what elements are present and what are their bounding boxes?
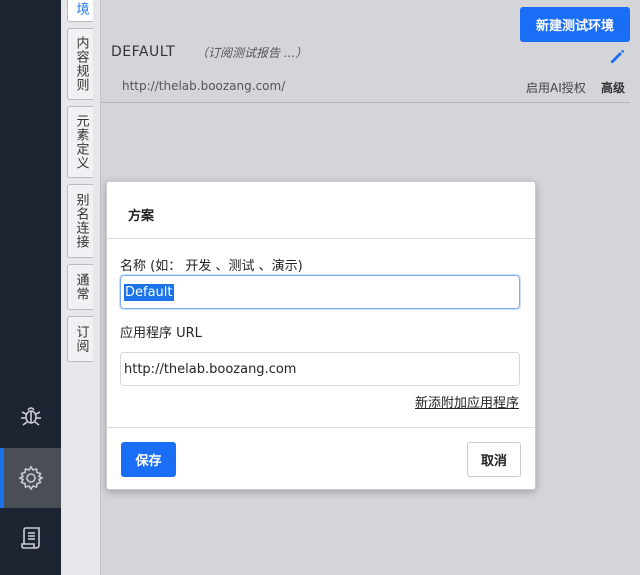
add-app-link[interactable]: 新添附加应用程序 xyxy=(415,392,519,411)
tab-general[interactable]: 通常 xyxy=(67,264,93,310)
url-label: 应用程序 URL xyxy=(120,326,202,341)
name-label: 名称 (如： 开发 、测试 、演示) xyxy=(120,259,303,274)
dialog-divider xyxy=(107,238,535,239)
name-input-value: Default xyxy=(124,283,174,301)
bug-icon xyxy=(20,407,41,426)
header-divider xyxy=(101,102,630,103)
gear-icon xyxy=(17,465,44,491)
new-environment-button[interactable]: 新建测试环境 xyxy=(520,7,630,42)
left-sidebar xyxy=(0,0,61,575)
dialog-title: 方案 xyxy=(128,209,155,224)
tab-label: 别名连接 xyxy=(73,193,89,249)
scheme-dialog: 方案 名称 (如： 开发 、测试 、演示) Default 应用程序 URL h… xyxy=(106,181,536,490)
tab-environment[interactable]: 境 xyxy=(67,0,93,22)
tab-label: 内容规则 xyxy=(73,36,89,92)
environment-name: DEFAULT xyxy=(111,44,176,60)
tab-label: 境 xyxy=(73,2,89,16)
environment-url: http://thelab.boozang.com/ xyxy=(122,79,286,93)
name-input[interactable]: Default xyxy=(120,275,520,309)
tab-alias-connections[interactable]: 别名连接 xyxy=(67,184,93,258)
tab-label: 通常 xyxy=(73,273,89,301)
cancel-button[interactable]: 取消 xyxy=(467,442,521,477)
tab-content-rules[interactable]: 内容规则 xyxy=(67,28,93,100)
advanced-link[interactable]: 高级 xyxy=(601,79,625,96)
save-button[interactable]: 保存 xyxy=(121,442,176,477)
tab-label: 元素定义 xyxy=(73,114,89,170)
environment-subtitle: （订阅测试报告 ...） xyxy=(196,46,308,60)
sidebar-item-docs[interactable] xyxy=(0,508,61,568)
scroll-icon xyxy=(20,527,40,549)
sidebar-item-settings[interactable] xyxy=(0,448,61,508)
vertical-tab-strip: 境 内容规则 元素定义 别名连接 通常 订阅 xyxy=(61,0,101,575)
pencil-icon[interactable] xyxy=(608,48,626,66)
active-indicator xyxy=(0,448,4,508)
url-input-value: http://thelab.boozang.com xyxy=(124,361,297,377)
dialog-footer-divider xyxy=(107,427,535,428)
tab-element-definitions[interactable]: 元素定义 xyxy=(67,106,93,178)
tab-label: 订阅 xyxy=(73,325,89,353)
tab-subscriptions[interactable]: 订阅 xyxy=(67,316,93,362)
sidebar-item-debug[interactable] xyxy=(0,385,61,445)
ai-authorization-link[interactable]: 启用AI授权 xyxy=(526,79,586,96)
url-input[interactable]: http://thelab.boozang.com xyxy=(120,352,520,386)
